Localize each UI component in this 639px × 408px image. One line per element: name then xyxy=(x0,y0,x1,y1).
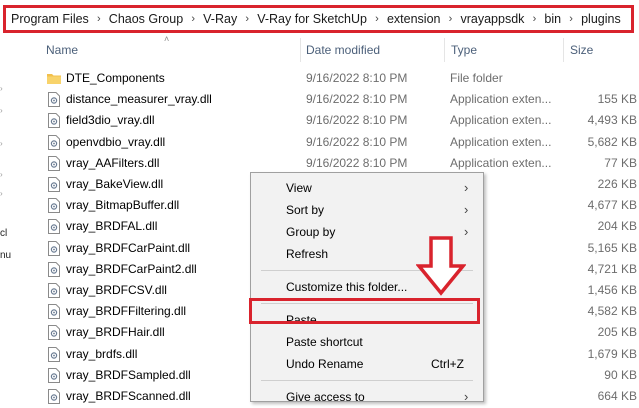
folder-icon xyxy=(47,74,61,84)
dll-file-icon xyxy=(48,240,60,256)
file-name[interactable]: vray_brdfs.dll xyxy=(66,344,137,365)
file-name[interactable]: distance_measurer_vray.dll xyxy=(66,89,212,110)
file-date-modified: 9/16/2022 8:10 PM xyxy=(306,71,408,85)
file-row[interactable]: vray_AAFilters.dll 9/16/2022 8:10 PM Appli… xyxy=(14,153,639,174)
file-row[interactable]: DTE_Components 9/16/2022 8:10 PM File fold… xyxy=(14,68,639,89)
menu-item-undo-rename[interactable]: Undo Rename Ctrl+Z xyxy=(251,353,483,375)
breadcrumb-highlight-box xyxy=(3,5,634,33)
menu-item-label: View xyxy=(286,181,312,195)
file-size: 4,582 KB xyxy=(587,304,637,319)
file-size: 4,721 KB xyxy=(587,261,637,276)
menu-item-label: Undo Rename xyxy=(286,357,364,371)
menu-item-give-access-to[interactable]: Give access to › xyxy=(251,386,483,408)
file-size: 1,456 KB xyxy=(587,283,637,297)
sort-ascending-icon: ˄ xyxy=(164,34,170,44)
file-date-modified: 9/16/2022 8:10 PM xyxy=(306,113,408,128)
menu-item-label: Refresh xyxy=(286,247,329,261)
dll-file-icon xyxy=(48,304,60,320)
file-row[interactable]: distance_measurer_vray.dll 9/16/2022 8:10… xyxy=(14,89,639,110)
submenu-chevron-icon: › xyxy=(464,202,469,217)
menu-item-label: Group by xyxy=(286,225,336,239)
dll-file-icon xyxy=(48,134,60,150)
file-name[interactable]: vray_BRDFCSV.dll xyxy=(66,280,167,301)
file-size: 77 KB xyxy=(604,155,637,170)
column-divider[interactable] xyxy=(300,38,301,62)
dll-file-icon xyxy=(48,367,60,383)
paste-highlight-box xyxy=(249,298,480,324)
menu-item-sort-by[interactable]: Sort by › xyxy=(251,199,483,221)
file-name[interactable]: vray_BRDFCarPaint.dll xyxy=(66,238,190,259)
menu-item-label: Give access to xyxy=(286,390,365,404)
menu-item-view[interactable]: View › xyxy=(251,177,483,199)
expand-chevron-icon[interactable]: › xyxy=(0,106,3,115)
expand-chevron-icon[interactable]: › xyxy=(0,139,3,148)
file-row[interactable]: field3dio_vray.dll 9/16/2022 8:10 PM Appli… xyxy=(14,110,639,131)
dll-file-icon xyxy=(48,325,60,341)
column-divider[interactable] xyxy=(444,38,445,62)
file-name[interactable]: field3dio_vray.dll xyxy=(66,110,155,131)
file-name[interactable]: vray_BRDFSampled.dll xyxy=(66,365,191,386)
dll-file-icon xyxy=(48,177,60,192)
file-date-modified: 9/16/2022 8:10 PM xyxy=(306,155,408,170)
dll-file-icon xyxy=(48,155,60,171)
file-size: 90 KB xyxy=(604,367,637,382)
menu-item-label: Paste shortcut xyxy=(286,335,363,349)
dll-file-icon xyxy=(48,261,60,277)
column-divider[interactable] xyxy=(563,38,564,62)
dll-file-icon xyxy=(48,283,60,298)
file-size: 226 KB xyxy=(597,177,637,191)
file-size: 4,493 KB xyxy=(587,113,637,128)
dll-file-icon xyxy=(48,346,60,362)
expand-chevron-icon[interactable]: › xyxy=(0,84,3,93)
file-date-modified: 9/16/2022 8:10 PM xyxy=(306,92,408,107)
file-row[interactable]: openvdbio_vray.dll 9/16/2022 8:10 PM Appli… xyxy=(14,132,639,153)
navigation-pane-edge[interactable]: › › › › › cl nu xyxy=(0,38,12,402)
submenu-chevron-icon: › xyxy=(464,389,469,404)
menu-item-label: Customize this folder... xyxy=(286,280,408,294)
file-name[interactable]: vray_BRDFScanned.dll xyxy=(66,386,191,407)
file-size: 1,679 KB xyxy=(587,346,637,361)
file-name[interactable]: openvdbio_vray.dll xyxy=(66,132,165,153)
file-name[interactable]: vray_BRDFCarPaint2.dll xyxy=(66,259,197,280)
file-size: 204 KB xyxy=(597,219,637,234)
down-arrow-icon xyxy=(416,236,466,296)
file-size: 664 KB xyxy=(597,389,637,403)
nav-item-partial[interactable]: nu xyxy=(0,250,11,261)
file-size: 4,677 KB xyxy=(587,198,637,213)
file-name[interactable]: vray_BRDFAL.dll xyxy=(66,216,157,237)
dll-file-icon xyxy=(48,219,60,235)
column-header-date[interactable]: Date modified xyxy=(306,38,380,62)
file-name[interactable]: vray_BakeView.dll xyxy=(66,174,163,195)
column-header-type[interactable]: Type xyxy=(451,38,477,62)
file-name[interactable]: vray_AAFilters.dll xyxy=(66,153,159,174)
file-size xyxy=(534,68,637,89)
submenu-chevron-icon: › xyxy=(464,180,469,195)
file-size: 5,682 KB xyxy=(587,134,637,149)
file-type: File folder xyxy=(450,71,503,85)
menu-item-label: Sort by xyxy=(286,203,325,217)
file-size: 5,165 KB xyxy=(587,240,637,255)
file-date-modified: 9/16/2022 8:10 PM xyxy=(306,134,408,149)
file-size: 155 KB xyxy=(597,92,637,107)
dll-file-icon xyxy=(48,198,60,214)
column-header-size[interactable]: Size xyxy=(570,38,593,62)
dll-file-icon xyxy=(48,92,60,108)
menu-item-shortcut: Ctrl+Z xyxy=(431,357,464,371)
address-bar[interactable]: Program Files › Chaos Group › V-Ray › V-Ray fo… xyxy=(0,0,639,38)
file-name[interactable]: vray_BitmapBuffer.dll xyxy=(66,195,179,216)
expand-chevron-icon[interactable]: › xyxy=(0,170,3,179)
menu-item-paste-shortcut[interactable]: Paste shortcut xyxy=(251,331,483,353)
expand-chevron-icon[interactable]: › xyxy=(0,189,3,198)
dll-file-icon xyxy=(48,113,60,129)
column-header-name[interactable]: Name xyxy=(46,38,78,62)
file-name[interactable]: vray_BRDFFiltering.dll xyxy=(66,301,186,322)
file-size: 205 KB xyxy=(597,325,637,340)
nav-item-partial[interactable]: cl xyxy=(0,228,7,239)
menu-separator xyxy=(261,380,473,381)
file-name[interactable]: vray_BRDFHair.dll xyxy=(66,322,165,343)
file-name[interactable]: DTE_Components xyxy=(66,68,165,89)
